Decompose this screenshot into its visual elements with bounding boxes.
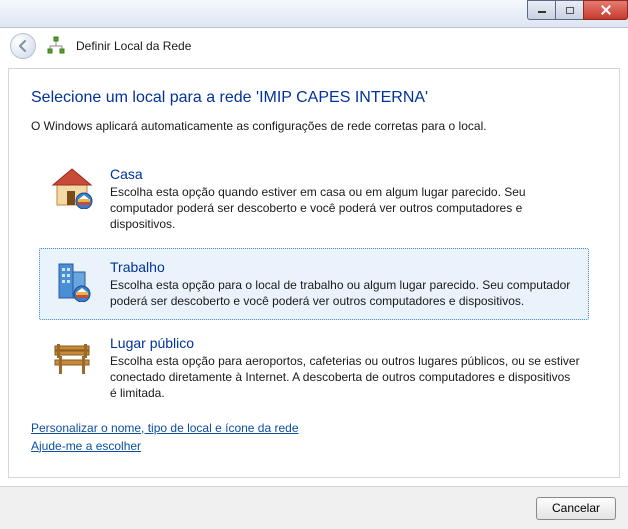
page-subtext: O Windows aplicará automaticamente as co… (31, 119, 597, 133)
links-area: Personalizar o nome, tipo de local e íco… (31, 421, 597, 453)
building-icon (48, 259, 96, 303)
help-link[interactable]: Ajude-me a escolher (31, 439, 141, 453)
cancel-button[interactable]: Cancelar (536, 497, 616, 520)
customize-link[interactable]: Personalizar o nome, tipo de local e íco… (31, 421, 299, 435)
option-public[interactable]: Lugar público Escolha esta opção para ae… (39, 324, 589, 413)
option-home[interactable]: Casa Escolha esta opção quando estiver e… (39, 155, 589, 244)
option-work[interactable]: Trabalho Escolha esta opção para o local… (39, 248, 589, 320)
minimize-button[interactable] (527, 0, 555, 20)
option-title: Lugar público (110, 335, 580, 351)
content-panel: Selecione um local para a rede 'IMIP CAP… (8, 68, 620, 478)
back-arrow-icon (16, 39, 30, 53)
footer: Cancelar (0, 486, 628, 529)
option-desc: Escolha esta opção para aeroportos, cafe… (110, 353, 580, 402)
option-title: Casa (110, 166, 580, 182)
title-bar (0, 0, 628, 28)
header-row: Definir Local da Rede (0, 28, 628, 64)
options-list: Casa Escolha esta opção quando estiver e… (31, 155, 597, 413)
close-icon (600, 4, 612, 16)
minimize-icon (538, 11, 546, 13)
network-tree-icon (46, 36, 66, 56)
header-title: Definir Local da Rede (76, 39, 191, 53)
maximize-icon (566, 7, 574, 14)
bench-icon (48, 335, 96, 379)
option-desc: Escolha esta opção para o local de traba… (110, 277, 580, 309)
close-button[interactable] (583, 0, 628, 20)
maximize-button[interactable] (555, 0, 583, 20)
option-title: Trabalho (110, 259, 580, 275)
option-desc: Escolha esta opção quando estiver em cas… (110, 184, 580, 233)
window-controls (527, 0, 628, 20)
home-icon (48, 166, 96, 210)
page-heading: Selecione um local para a rede 'IMIP CAP… (31, 89, 597, 107)
back-button[interactable] (10, 33, 36, 59)
